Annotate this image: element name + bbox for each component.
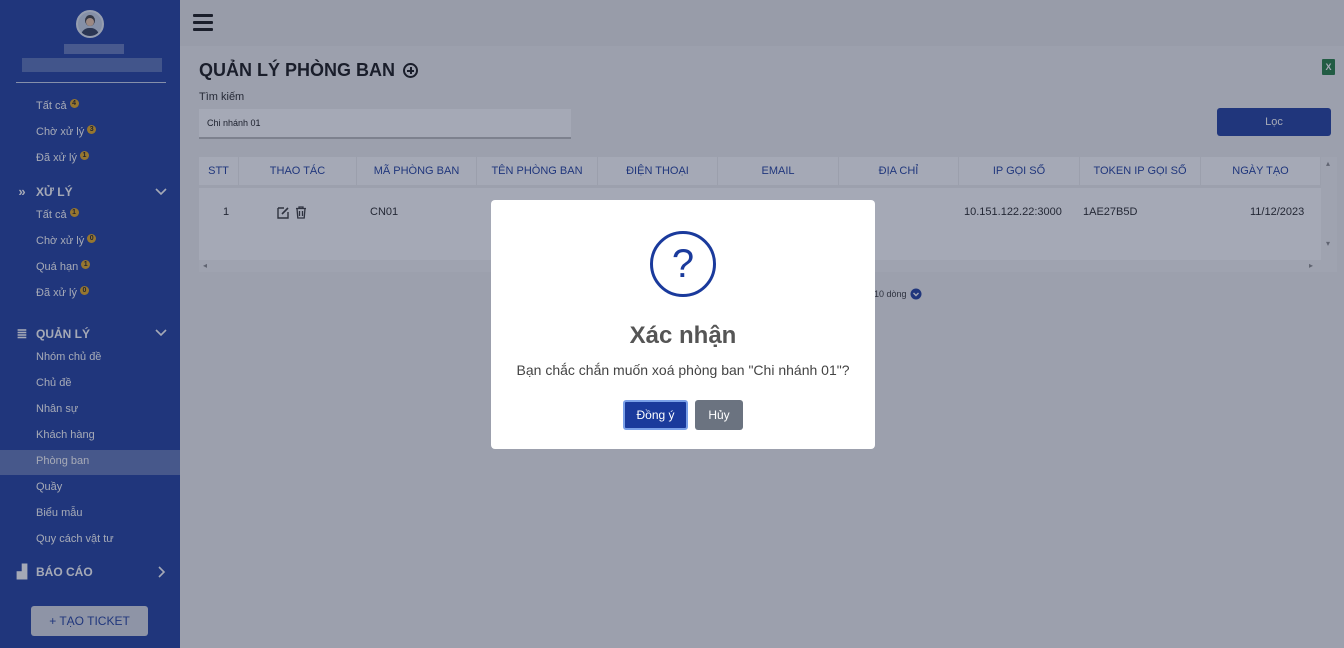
question-icon: ? xyxy=(650,231,716,297)
cancel-button[interactable]: Hủy xyxy=(695,400,743,430)
confirm-dialog: ? Xác nhận Bạn chắc chắn muốn xoá phòng … xyxy=(491,200,875,449)
dialog-message: Bạn chắc chắn muốn xoá phòng ban "Chi nh… xyxy=(516,362,850,378)
confirm-button[interactable]: Đồng ý xyxy=(623,400,688,430)
dialog-title: Xác nhận xyxy=(629,322,737,349)
